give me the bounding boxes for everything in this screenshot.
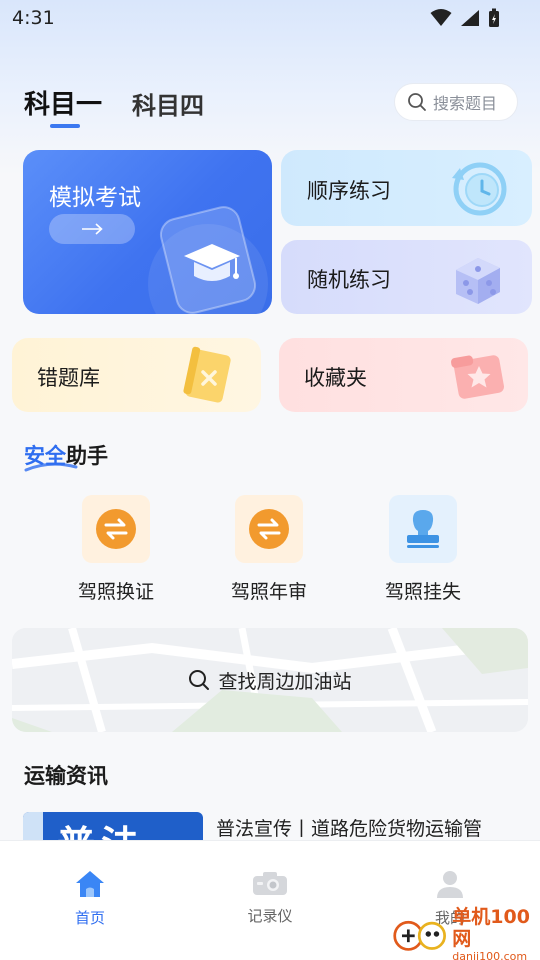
license-renewal-tile [82,495,150,563]
transport-news-title: 运输资讯 [24,764,108,788]
tab-subject-four[interactable]: 科目四 [132,86,204,121]
signal-icon [461,10,479,26]
watermark-logo [393,920,446,951]
favorites-label: 收藏夹 [304,366,367,390]
watermark-sub: danji100.com [452,949,528,960]
news-title: 普法宣传丨道路危险货物运输管 [216,818,483,840]
start-exam-button[interactable] [49,214,135,244]
title-swoosh [24,462,78,472]
tab-subject-four-label: 科目四 [132,92,205,120]
home-icon [76,871,104,897]
license-loss-label: 驾照挂失 [384,581,461,603]
license-renewal-label: 驾照换证 [77,581,154,603]
nav-recorder[interactable]: 记录仪 [220,869,320,926]
search-input[interactable]: 搜索题目 [394,83,518,121]
status-bar: 4:31 [0,0,540,36]
nav-home-label: 首页 [74,909,105,927]
favorites-card[interactable]: 收藏夹 [279,338,528,412]
camera-icon [253,872,287,895]
license-inspection-item[interactable]: 驾照年审 [209,495,329,604]
license-inspection-label: 驾照年审 [230,581,307,603]
wrong-questions-card[interactable]: 错题库 [12,338,261,412]
mock-exam-label: 模拟考试 [49,185,141,211]
watermark-text: 单机100网 danji100.com [452,906,540,960]
arrow-right-icon [82,223,103,235]
nav-home[interactable]: 首页 [40,869,140,928]
exchange-icon [249,509,289,549]
subject-tabs: 科目一 科目四 [24,84,204,128]
news-thumbnail: 普法 [23,812,203,842]
nearby-gas-station-label: 查找周边加油站 [218,670,352,693]
user-icon [437,871,463,898]
search-icon [408,93,426,111]
battery-icon [489,8,499,27]
status-time: 4:31 [12,7,55,29]
news-thumb-edge [23,812,43,842]
exchange-icon [96,509,136,549]
wifi-icon [430,9,452,26]
license-loss-item[interactable]: 驾照挂失 [363,495,483,604]
watermark-main: 单机100网 [452,905,530,950]
wrong-book-icon [183,346,231,403]
nearby-gas-station-button[interactable]: 查找周边加油站 [12,628,528,732]
active-tab-indicator [50,124,80,128]
dice-icon [456,258,500,304]
news-item[interactable]: 普法 普法宣传丨道路危险货物运输管 [23,812,523,842]
stamp-icon [407,510,439,548]
star-folder-icon [451,355,504,399]
sequential-practice-card[interactable]: 顺序练习 [281,150,532,226]
status-icons [430,8,500,28]
license-inspection-tile [235,495,303,563]
safety-assistant-title: 安全助手 [24,440,108,472]
nearby-gas-station-card[interactable]: 查找周边加油站 [12,628,528,732]
mock-exam-card[interactable]: 模拟考试 [23,150,272,314]
graduation-cap-icon [148,206,268,314]
search-icon [189,670,210,690]
tab-subject-one[interactable]: 科目一 [24,84,103,128]
history-clock-icon [452,162,507,216]
site-watermark: 单机100网 danji100.com [392,906,540,960]
license-loss-tile [389,495,457,563]
news-thumb-text: 普法 [57,814,145,842]
search-placeholder: 搜索题目 [433,94,498,113]
nav-recorder-label: 记录仪 [247,907,293,925]
license-renewal-item[interactable]: 驾照换证 [56,495,176,604]
tab-subject-one-label: 科目一 [24,90,103,120]
random-practice-card[interactable]: 随机练习 [281,240,532,314]
random-practice-label: 随机练习 [307,268,391,292]
sequential-practice-label: 顺序练习 [307,179,391,203]
wrong-questions-label: 错题库 [37,366,100,390]
